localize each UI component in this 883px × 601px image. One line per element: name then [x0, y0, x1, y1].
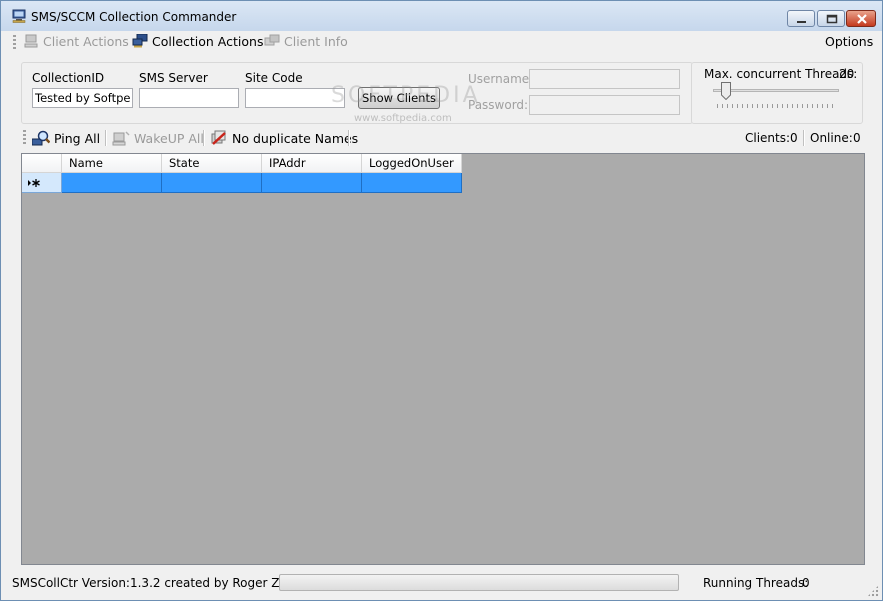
ping-all-label: Ping All [54, 131, 101, 146]
collection-id-label: CollectionID [32, 71, 105, 85]
max-threads-value: 20 [839, 67, 855, 81]
toolbar-separator [105, 130, 107, 146]
password-input[interactable] [529, 95, 680, 115]
toolbar-separator [203, 130, 205, 146]
menu-client-actions-label: Client Actions [43, 34, 129, 49]
version-text: SMSCollCtr Version:1.3.2 created by Roge… [12, 576, 315, 590]
maximize-button[interactable] [817, 10, 845, 27]
menu-collection-actions-label: Collection Actions [152, 34, 264, 49]
row-header[interactable] [22, 173, 62, 193]
cell-ipaddr[interactable] [262, 173, 362, 193]
clients-count: 0 [790, 131, 798, 145]
column-header-name[interactable]: Name [62, 154, 162, 173]
menu-options[interactable]: Options [825, 34, 873, 50]
cell-loggedonuser[interactable] [362, 173, 462, 193]
close-icon [857, 14, 867, 24]
cell-state[interactable] [162, 173, 262, 193]
online-count: 0 [853, 131, 861, 145]
wakeup-all-label: WakeUP All [134, 131, 204, 146]
computer-app-icon [12, 9, 26, 23]
site-code-input[interactable] [245, 88, 345, 108]
no-duplicate-names-button[interactable]: No duplicate Names [210, 130, 358, 146]
cell-name[interactable] [62, 173, 162, 193]
sms-server-label: SMS Server [139, 71, 208, 85]
wakeup-all-button[interactable]: WakeUP All [112, 130, 204, 146]
no-duplicate-names-label: No duplicate Names [232, 131, 359, 146]
toolbar-separator [803, 130, 805, 146]
status-bar: SMSCollCtr Version:1.3.2 created by Roge… [1, 570, 882, 600]
username-input[interactable] [529, 69, 680, 89]
maximize-icon [826, 14, 838, 24]
clients-label: Clients: [745, 131, 791, 145]
toolbar-grip[interactable] [13, 35, 16, 49]
progress-bar [279, 574, 679, 591]
collection-id-input[interactable] [32, 88, 133, 108]
softpedia-watermark: SOFTPEDIA [331, 83, 481, 108]
menu-bar: Client Actions Collection Actions Client… [1, 31, 882, 53]
new-row-indicator-icon [28, 179, 40, 187]
menu-client-actions[interactable]: Client Actions [23, 34, 129, 50]
ping-magnifier-icon [32, 130, 50, 146]
site-code-label: Site Code [245, 71, 303, 85]
threads-slider-ticks [717, 104, 837, 108]
resize-grip[interactable] [867, 585, 879, 597]
menu-collection-actions[interactable]: Collection Actions [132, 34, 263, 50]
toolbar-grip-2[interactable] [23, 130, 26, 144]
grid-header-row: Name State IPAddr LoggedOnUser [22, 154, 462, 173]
column-header-state[interactable]: State [162, 154, 262, 173]
wakeup-icon [112, 131, 130, 146]
max-threads-label: Max. concurrent Threads: [704, 67, 858, 81]
menu-client-info[interactable]: Client Info [264, 34, 348, 50]
client-info-icon [264, 34, 280, 46]
table-row[interactable] [22, 173, 462, 193]
sms-server-input[interactable] [139, 88, 239, 108]
client-actions-icon [24, 34, 38, 48]
window-title: SMS/SCCM Collection Commander [31, 10, 237, 24]
minimize-button[interactable] [787, 10, 815, 27]
running-threads-value: 0 [802, 576, 810, 590]
no-duplicates-icon [211, 130, 226, 145]
client-toolbar: Ping All WakeUP All No duplicate Names C… [1, 125, 882, 150]
app-window: SMS/SCCM Collection Commander Client Act… [0, 0, 883, 601]
threads-slider-track[interactable] [713, 89, 839, 92]
ping-all-button[interactable]: Ping All [32, 130, 100, 146]
collection-actions-icon [132, 34, 148, 48]
softpedia-watermark-url: www.softpedia.com [354, 113, 452, 124]
running-threads-label: Running Threads: [703, 576, 809, 590]
clients-grid[interactable]: Name State IPAddr LoggedOnUser [21, 153, 865, 565]
close-button[interactable] [846, 10, 876, 27]
minimize-icon [797, 21, 806, 23]
threads-slider-thumb[interactable] [721, 82, 732, 100]
toolbar-separator [348, 130, 350, 146]
online-label: Online: [810, 131, 853, 145]
column-header-loggedonuser[interactable]: LoggedOnUser [362, 154, 462, 173]
grid-corner-header[interactable] [22, 154, 62, 173]
column-header-ipaddr[interactable]: IPAddr [262, 154, 362, 173]
menu-client-info-label: Client Info [284, 34, 348, 49]
title-bar[interactable]: SMS/SCCM Collection Commander [1, 1, 882, 31]
